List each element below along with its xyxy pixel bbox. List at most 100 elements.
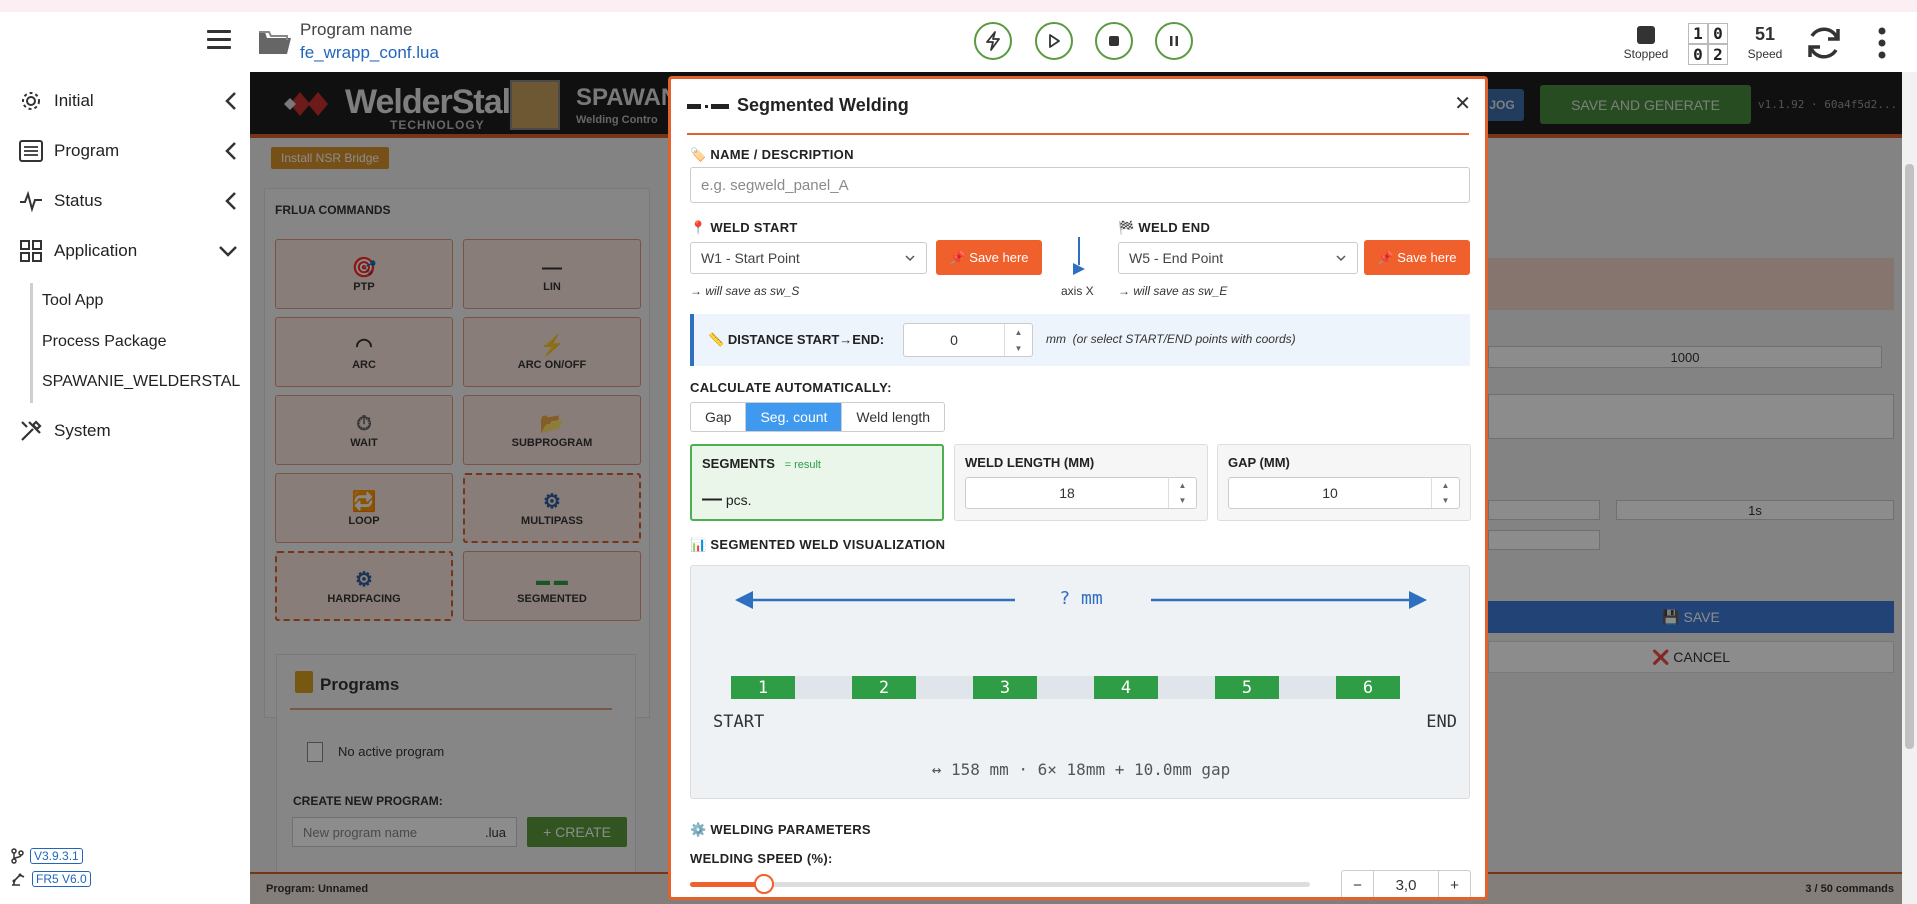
save-weld-end-button[interactable]: 📌 Save here [1364, 240, 1470, 275]
hamburger-menu-icon[interactable] [207, 30, 231, 50]
slider-fill [690, 882, 765, 887]
counter-cell: 1 [1688, 23, 1708, 44]
app-version: V3.9.3.1 [10, 848, 83, 864]
weld-segment: 3 [973, 676, 1037, 699]
calc-option-weld-length[interactable]: Weld length [842, 403, 944, 431]
viz-end-label: END [1426, 712, 1457, 732]
counter-cell: 2 [1708, 44, 1728, 65]
welding-speed-slider[interactable] [690, 874, 1310, 894]
chevron-down-icon[interactable]: ▼ [1005, 340, 1032, 356]
chevron-up-icon[interactable]: ▲ [1432, 478, 1459, 493]
counter-display: 1 0 0 2 [1688, 23, 1728, 65]
robot-status: Stopped [1620, 25, 1672, 61]
sidebar-subitem-tool-app[interactable]: Tool App [42, 292, 103, 310]
sidebar-item-system[interactable]: System [18, 411, 238, 451]
counter-cell: 0 [1708, 23, 1728, 44]
tools-icon [18, 418, 44, 444]
sidebar-item-program[interactable]: Program [18, 131, 238, 171]
chevron-down-icon [219, 246, 237, 257]
calculate-mode-toggle: Gap Seg. count Weld length [690, 402, 946, 432]
weld-length-card: WELD LENGTH (MM) 18 ▲ ▼ [954, 444, 1208, 521]
calc-option-gap[interactable]: Gap [691, 403, 747, 431]
modal-title: Segmented Welding [687, 95, 909, 116]
axis-arrow-icon [1073, 237, 1085, 275]
weld-end-label: 🏁 WELD END [1118, 220, 1210, 236]
distance-label: 📏 DISTANCE START→END: [708, 332, 884, 348]
program-file-name[interactable]: fe_wrapp_conf.lua [300, 43, 439, 63]
folder-icon[interactable] [257, 28, 293, 56]
stop-icon [1109, 36, 1119, 46]
plus-button[interactable]: + [1438, 871, 1470, 897]
weld-length-value: 18 [1059, 485, 1075, 501]
play-icon [1049, 34, 1060, 48]
welding-speed-stepper: − 3,0 + [1341, 870, 1471, 897]
name-description-input[interactable]: e.g. segweld_panel_A [690, 167, 1470, 203]
slider-thumb[interactable] [754, 874, 775, 894]
close-icon[interactable]: ✕ [1454, 91, 1471, 116]
gap-stepper-arrows[interactable]: ▲ ▼ [1431, 478, 1459, 508]
program-name-label: Program name [300, 20, 413, 39]
minus-button[interactable]: − [1342, 871, 1374, 897]
pause-button[interactable] [1155, 22, 1193, 60]
gap-card: GAP (MM) 10 ▲ ▼ [1217, 444, 1471, 521]
viz-section-label: 📊 SEGMENTED WELD VISUALIZATION [690, 537, 945, 553]
gap-input[interactable]: 10 ▲ ▼ [1228, 477, 1460, 509]
segments-result-tag: = result [784, 459, 821, 471]
sidebar-subtree-line [30, 283, 33, 403]
segmented-welding-modal: Segmented Welding ✕ 🏷️ NAME / DESCRIPTIO… [668, 76, 1488, 900]
sidebar-item-application[interactable]: Application [18, 231, 238, 271]
weld-length-stepper-arrows[interactable]: ▲ ▼ [1168, 478, 1196, 508]
distance-label-text: DISTANCE START→END: [727, 332, 885, 347]
weld-gap [916, 676, 973, 699]
top-bar: Program name fe_wrapp_conf.lua Stopped 1… [0, 0, 1917, 72]
viz-label-text: SEGMENTED WELD VISUALIZATION [710, 537, 946, 552]
dimension-label: ? mm [1059, 588, 1103, 609]
segments-result-card: SEGMENTS = result — pcs. [690, 444, 944, 521]
sidebar-subitem-spawanie[interactable]: SPAWANIE_WELDERSTAL [42, 373, 240, 391]
chevron-up-icon[interactable]: ▲ [1005, 324, 1032, 340]
weld-start-hint: → will save as sw_S [690, 284, 800, 298]
speed-input[interactable]: 3,0 [1374, 871, 1438, 897]
weld-end-select[interactable]: W5 - End Point [1118, 242, 1358, 274]
viz-start-label: START [713, 712, 765, 732]
chevron-down-icon [905, 255, 915, 262]
pause-icon [1170, 36, 1178, 46]
sidebar-subitem-process-package[interactable]: Process Package [42, 333, 167, 351]
chevron-down-icon[interactable]: ▼ [1169, 493, 1196, 508]
weld-end-value: W5 - End Point [1129, 250, 1224, 266]
save-weld-start-button[interactable]: 📌 Save here [936, 240, 1042, 275]
weld-end-hint: → will save as sw_E [1118, 284, 1228, 298]
page-scrollbar[interactable] [1902, 72, 1917, 904]
distance-box: 📏 DISTANCE START→END: 0 ▲ ▼ mm (or select… [690, 314, 1470, 366]
more-vertical-icon[interactable] [1876, 24, 1888, 62]
sidebar-item-label: Initial [54, 91, 94, 110]
weld-end-label-text: WELD END [1138, 220, 1211, 235]
sidebar-item-initial[interactable]: Initial [18, 81, 238, 121]
sidebar-item-status[interactable]: Status [18, 181, 238, 221]
sidebar-item-label: Program [54, 141, 120, 160]
distance-stepper-arrows[interactable]: ▲ ▼ [1004, 324, 1032, 356]
counter-cell: 0 [1688, 44, 1708, 65]
weld-length-input[interactable]: 18 ▲ ▼ [965, 477, 1197, 509]
ruler-icon: 📏 [708, 332, 725, 347]
weld-segment: 6 [1336, 676, 1400, 699]
stop-button[interactable] [1095, 22, 1133, 60]
segments-label-text: SEGMENTS [702, 456, 775, 471]
refresh-icon[interactable] [1804, 24, 1844, 62]
viz-summary: ↔ 158 mm · 6× 18mm + 10.0mm gap [931, 760, 1231, 779]
bar-chart-icon: 📊 [690, 537, 707, 552]
chevron-left-icon [225, 192, 236, 210]
lightning-button[interactable] [974, 22, 1012, 60]
scrollbar-thumb[interactable] [1905, 164, 1914, 749]
play-button[interactable] [1035, 22, 1073, 60]
chevron-up-icon[interactable]: ▲ [1169, 478, 1196, 493]
chevron-left-icon [225, 142, 236, 160]
gap-label: GAP (MM) [1228, 455, 1290, 470]
weld-start-select[interactable]: W1 - Start Point [690, 242, 927, 274]
distance-input[interactable]: 0 ▲ ▼ [903, 323, 1033, 357]
segments-number: — [702, 488, 722, 510]
robot-version-badge: FR5 V6.0 [32, 871, 91, 887]
lightning-icon [986, 31, 1000, 51]
chevron-down-icon[interactable]: ▼ [1432, 493, 1459, 508]
calc-option-seg-count[interactable]: Seg. count [746, 403, 843, 431]
